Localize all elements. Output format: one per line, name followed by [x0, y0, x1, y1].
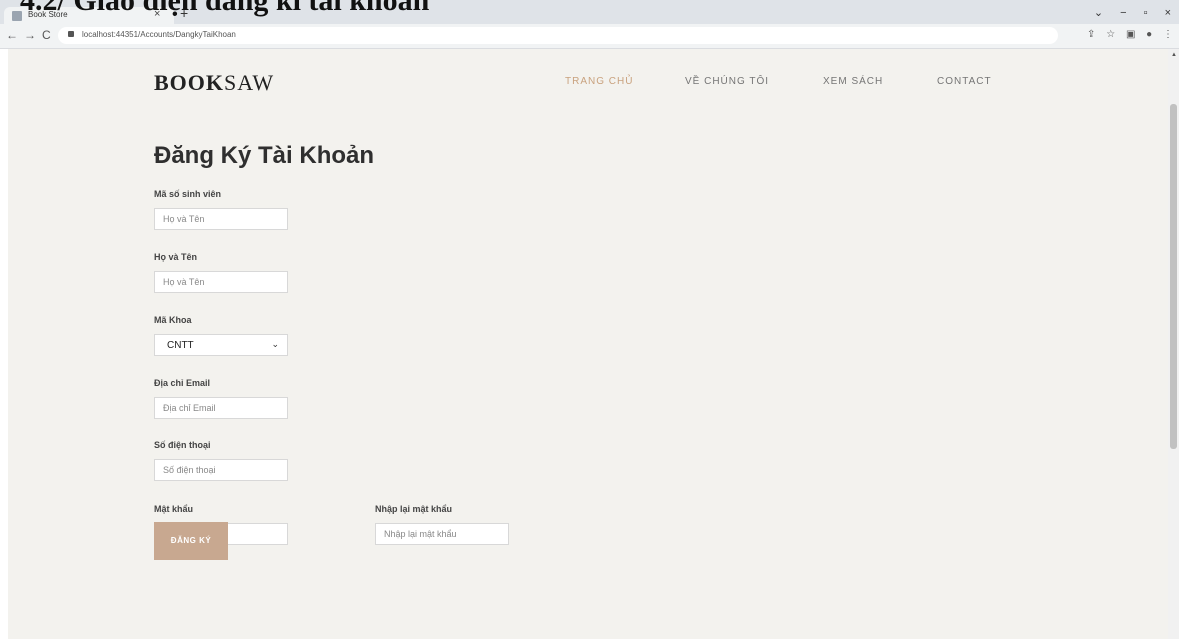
phone-label: Số điện thoại: [154, 440, 211, 450]
student-id-label: Mã số sinh viên: [154, 189, 222, 199]
nav-about[interactable]: VỀ CHÚNG TÔI: [685, 76, 769, 87]
close-window-icon[interactable]: ×: [1165, 7, 1171, 19]
window-controls: ⌄ − ▫ ×: [1080, 6, 1171, 19]
profile-icon[interactable]: ●: [1146, 29, 1152, 40]
email-label: Địa chỉ Email: [154, 378, 211, 388]
student-id-input[interactable]: [154, 208, 288, 230]
chevron-down-icon: ⌄: [271, 339, 279, 349]
page-title: Đăng Ký Tài Khoản: [154, 142, 375, 169]
faculty-select[interactable]: CNTT ⌄: [154, 334, 288, 356]
faculty-selected-value: CNTT: [167, 340, 194, 351]
document-heading: 4.2/ Giao diện đăng kí tài khoản: [20, 0, 430, 17]
url-field[interactable]: localhost:44351/Accounts/DangkyTaiKhoan: [58, 27, 1058, 44]
scroll-thumb[interactable]: [1170, 104, 1177, 449]
sidepanel-icon[interactable]: ▣: [1126, 29, 1135, 40]
confirm-password-label: Nhập lại mật khẩu: [375, 504, 453, 514]
forward-arrow-icon[interactable]: →: [24, 28, 36, 42]
toolbar-icons: ⇪ ☆ ▣ ● ⋮: [1079, 29, 1173, 40]
reload-icon[interactable]: C: [42, 28, 51, 42]
email-input[interactable]: [154, 397, 288, 419]
site-logo[interactable]: BOOKSAW: [154, 70, 274, 96]
faculty-label: Mã Khoa: [154, 315, 192, 325]
lock-icon: [68, 31, 74, 37]
back-arrow-icon[interactable]: ←: [6, 28, 18, 42]
star-icon[interactable]: ☆: [1106, 29, 1115, 40]
full-name-input[interactable]: [154, 271, 288, 293]
phone-input[interactable]: [154, 459, 288, 481]
nav-books[interactable]: XEM SÁCH: [823, 76, 883, 87]
url-text: localhost:44351/Accounts/DangkyTaiKhoan: [82, 30, 236, 39]
page-scrollbar[interactable]: ▲: [1168, 49, 1179, 639]
nav-home[interactable]: TRANG CHỦ: [565, 76, 633, 87]
scroll-up-icon[interactable]: ▲: [1171, 52, 1177, 58]
password-label: Mật khẩu: [154, 504, 194, 514]
nav-contact[interactable]: CONTACT: [937, 76, 992, 87]
kebab-menu-icon[interactable]: ⋮: [1163, 29, 1173, 40]
share-icon[interactable]: ⇪: [1087, 29, 1095, 40]
address-bar-row: ← → C localhost:44351/Accounts/DangkyTai…: [0, 24, 1179, 49]
minimize-icon[interactable]: −: [1120, 7, 1126, 19]
logo-bold-text: BOOK: [154, 70, 225, 95]
restore-icon[interactable]: ▫: [1144, 7, 1148, 19]
page-content: BOOKSAW TRANG CHỦ VỀ CHÚNG TÔI XEM SÁCH …: [8, 49, 1168, 639]
logo-light-text: SAW: [224, 70, 275, 95]
register-button[interactable]: ĐĂNG KÝ: [154, 522, 228, 560]
confirm-password-input[interactable]: [375, 523, 509, 545]
full-name-label: Họ và Tên: [154, 252, 198, 262]
tab-search-icon[interactable]: ⌄: [1094, 6, 1103, 19]
